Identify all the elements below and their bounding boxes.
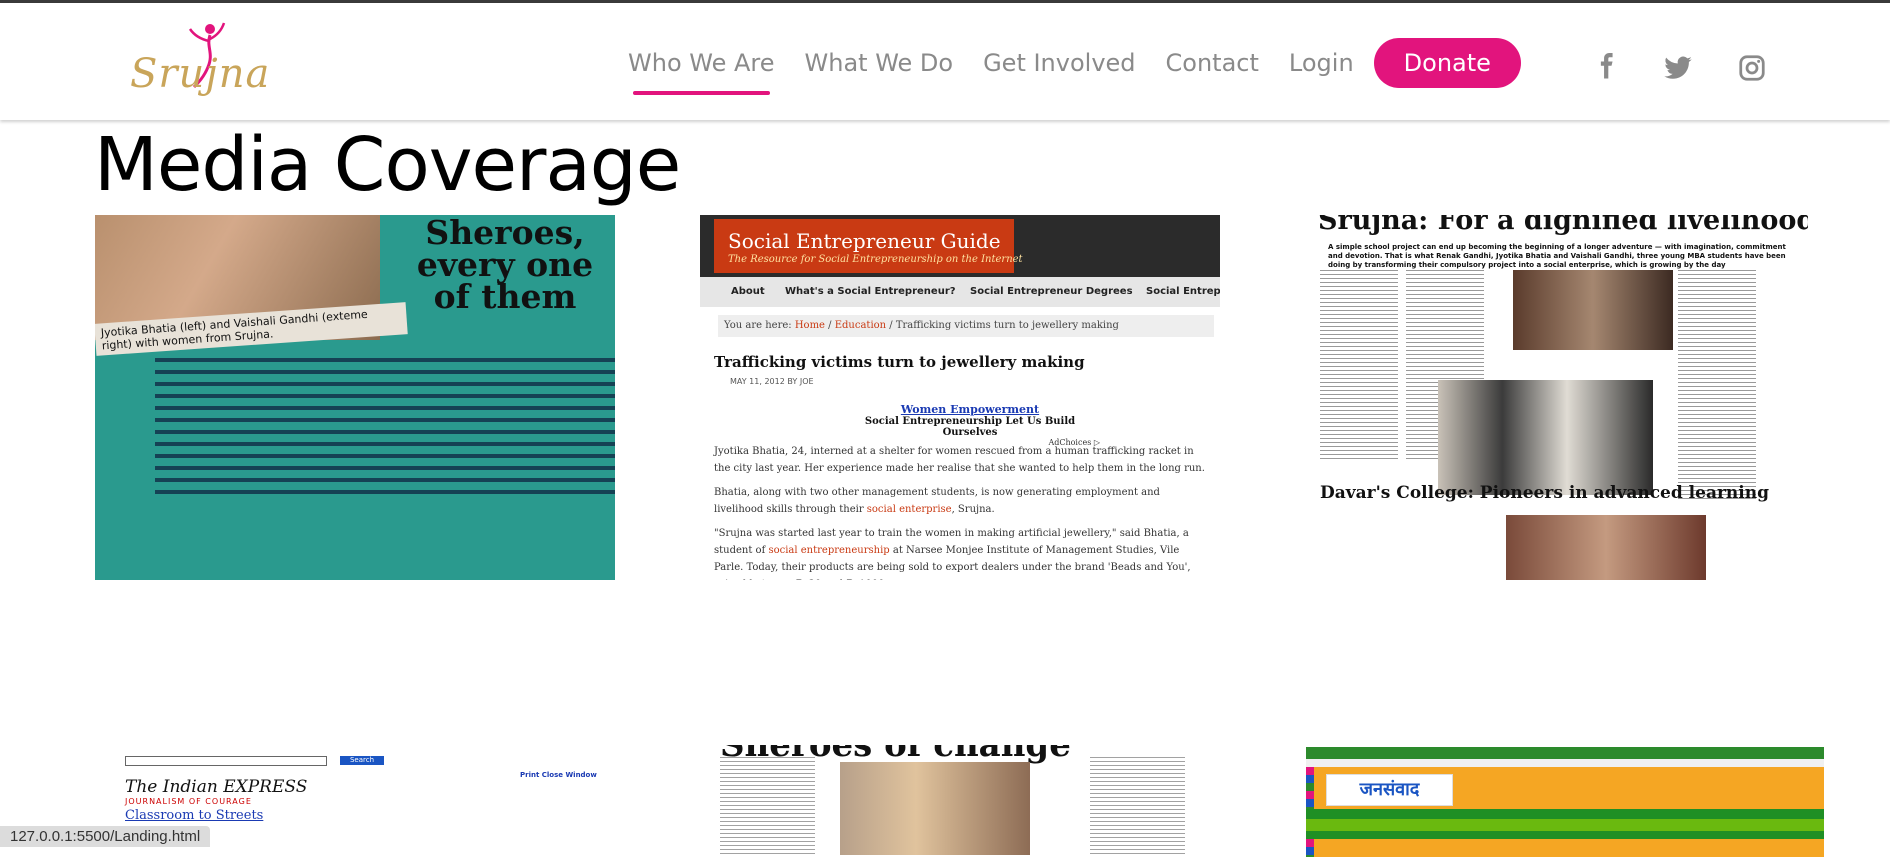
clipping-column xyxy=(720,757,815,855)
media-clipping-dignified-livelihood[interactable]: Srujna: For a dignified livelihood A sim… xyxy=(1318,215,1808,580)
browser-status-url: 127.0.0.1:5500/Landing.html xyxy=(0,826,211,847)
clipping-nav xyxy=(1306,819,1824,831)
nav-login[interactable]: Login xyxy=(1289,49,1354,77)
seg-breadcrumb: You are here: Home / Education / Traffic… xyxy=(718,315,1214,337)
clipping-lead: A simple school project can end up becom… xyxy=(1328,243,1786,269)
seg-ad: Women Empowerment Social Entrepreneurshi… xyxy=(864,403,1100,447)
clipping-headline: Srujna: For a dignified livelihood xyxy=(1318,215,1808,236)
site-header: Srujna Who We Are What We Do Get Involve… xyxy=(0,3,1890,120)
clipping-photo xyxy=(1438,380,1653,495)
nav-what-we-do[interactable]: What We Do xyxy=(805,49,954,77)
seg-menu-item: About xyxy=(731,286,765,297)
clipping-search-button: Search xyxy=(340,756,384,765)
clipping-column xyxy=(1090,757,1185,855)
logo-wordmark: Srujna xyxy=(130,51,271,97)
clipping-second-headline: Davar's College: Pioneers in advanced le… xyxy=(1320,483,1769,503)
seg-article-date: MAY 11, 2012 BY JOE xyxy=(730,377,814,386)
instagram-icon[interactable] xyxy=(1737,53,1767,83)
nav-get-involved[interactable]: Get Involved xyxy=(983,49,1135,77)
srujna-logo[interactable]: Srujna xyxy=(128,21,269,105)
donate-button[interactable]: Donate xyxy=(1373,38,1521,88)
media-clipping-sheroes[interactable]: Jyotika Bhatia (left) and Vaishali Gandh… xyxy=(95,215,615,580)
seg-site-tagline: The Resource for Social Entrepreneurship… xyxy=(728,254,1023,265)
clipping-headline: Sheroes, every one of them xyxy=(416,215,594,316)
seg-site-title: Social Entrepreneur Guide xyxy=(728,229,1001,253)
seg-title-block: Social Entrepreneur Guide The Resource f… xyxy=(714,219,1023,273)
seg-menu-item: What's a Social Entrepreneur? xyxy=(785,286,956,297)
facebook-icon[interactable] xyxy=(1592,53,1622,83)
clipping-site-logo: जनसंवाद xyxy=(1326,774,1453,806)
seg-menu: About What's a Social Entrepreneur? Soci… xyxy=(700,277,1220,307)
page-title: Media Coverage xyxy=(94,122,681,208)
seg-menu-item: Social Entrepreneur Degrees xyxy=(970,286,1133,297)
nav-who-we-are[interactable]: Who We Are xyxy=(628,49,775,95)
clipping-top-bar xyxy=(1306,747,1824,759)
seg-article-title: Trafficking victims turn to jewellery ma… xyxy=(714,353,1085,371)
seg-menu-item: Social Entrepr xyxy=(1146,286,1220,297)
clipping-photo xyxy=(1506,515,1706,580)
seg-article-body: Jyotika Bhatia, 24, interned at a shelte… xyxy=(714,446,1205,580)
main-nav: Who We Are What We Do Get Involved Conta… xyxy=(628,33,1521,95)
clipping-paper-name: The Indian EXPRESS xyxy=(125,777,308,797)
clipping-paper-tagline: JOURNALISM OF COURAGE xyxy=(125,797,252,806)
clipping-ticker xyxy=(1306,759,1824,767)
twitter-icon[interactable] xyxy=(1663,53,1693,83)
clipping-body-text xyxy=(155,350,615,502)
media-clipping-sheroes-of-change[interactable]: Sheroes of change xyxy=(720,745,1200,855)
seg-header: Social Entrepreneur Guide The Resource f… xyxy=(700,215,1220,277)
nav-contact[interactable]: Contact xyxy=(1166,49,1259,77)
media-clipping-jansamvad[interactable]: जनसंवाद xyxy=(1306,747,1824,857)
clipping-headline: Classroom to Streets xyxy=(125,808,264,823)
clipping-print-link: Print Close Window xyxy=(520,771,597,779)
clipping-photo xyxy=(1513,270,1673,350)
clipping-search-box xyxy=(125,756,327,766)
clipping-photo xyxy=(840,762,1030,855)
media-clipping-social-entrepreneur-guide[interactable]: Social Entrepreneur Guide The Resource f… xyxy=(700,215,1220,580)
